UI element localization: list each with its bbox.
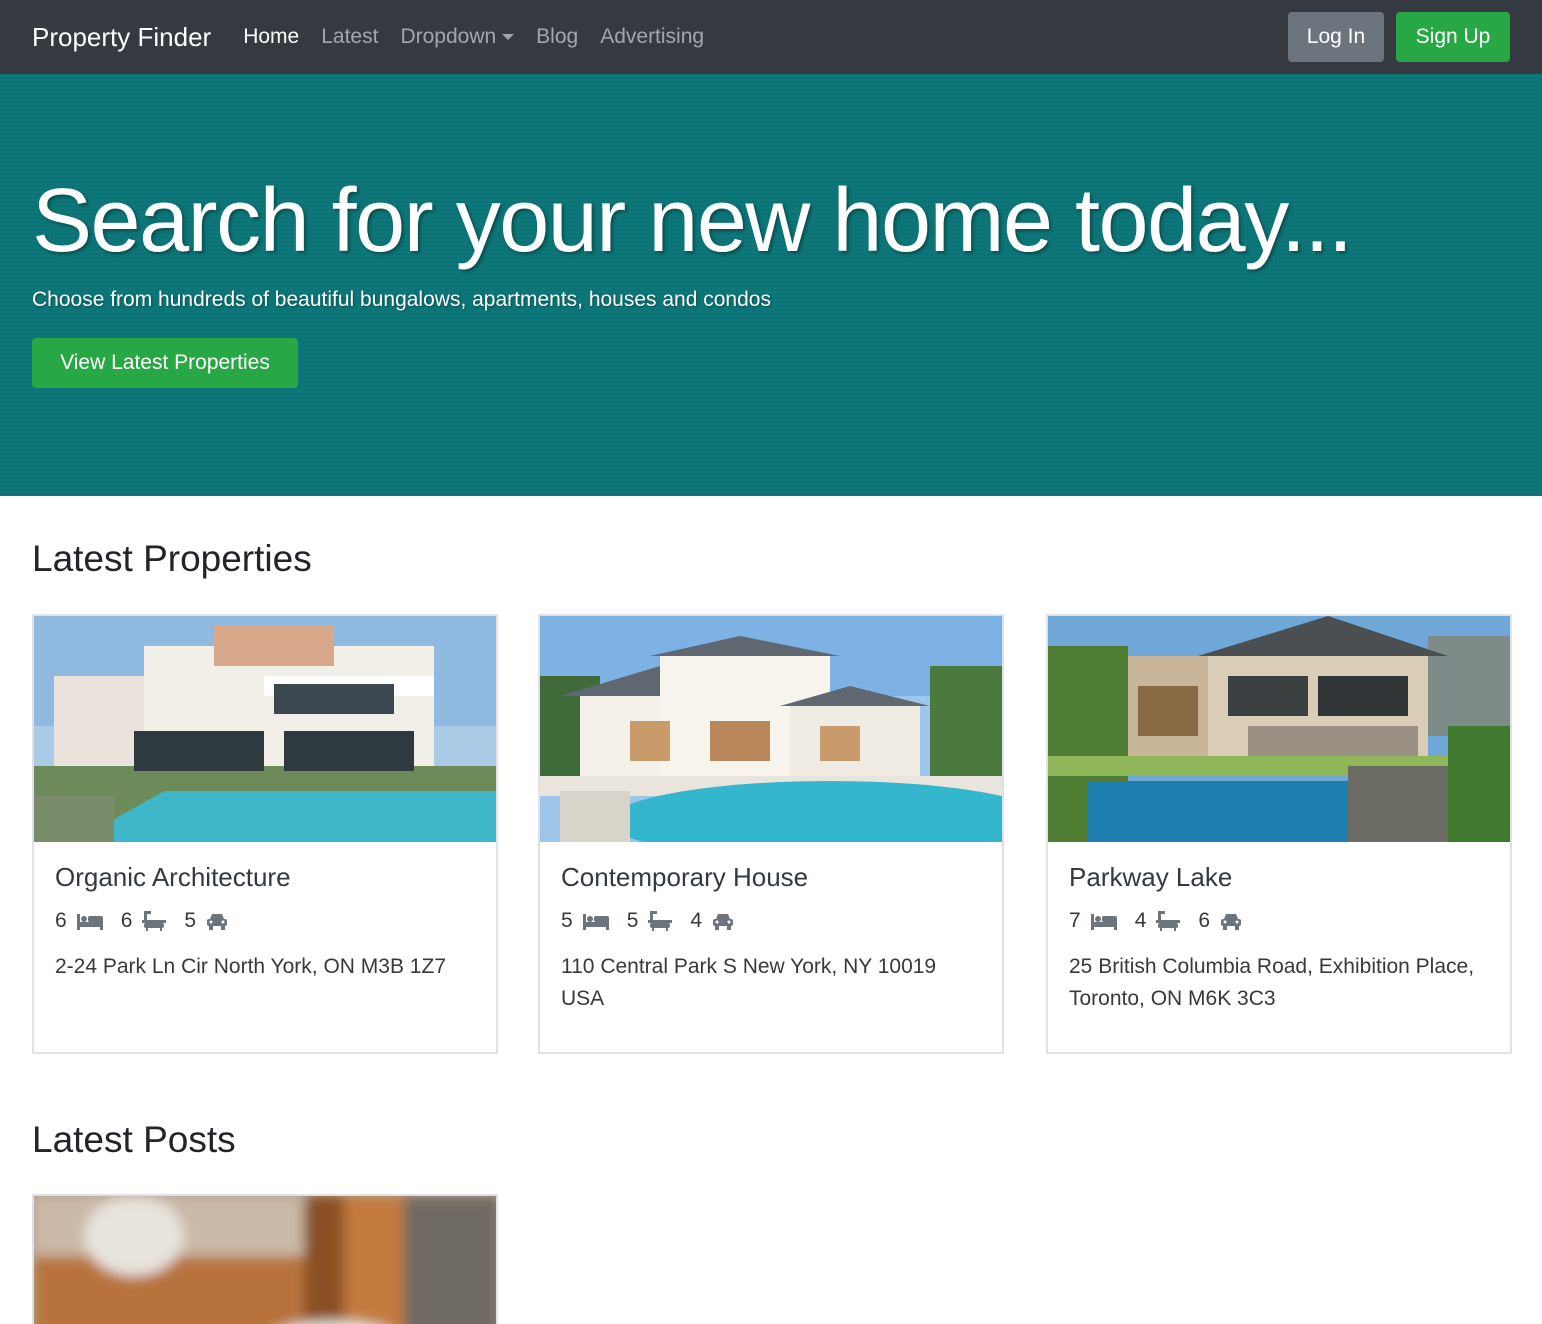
beds-feature: 5 bbox=[561, 909, 609, 933]
cars-count: 5 bbox=[184, 909, 197, 932]
property-title[interactable]: Organic Architecture bbox=[55, 862, 475, 893]
bath-icon bbox=[648, 911, 673, 931]
beds-feature: 6 bbox=[55, 909, 103, 933]
post-image[interactable] bbox=[34, 1196, 496, 1324]
baths-feature: 6 bbox=[121, 909, 167, 933]
post-card[interactable] bbox=[32, 1194, 498, 1324]
baths-feature: 4 bbox=[1135, 909, 1181, 933]
beds-count: 6 bbox=[55, 909, 67, 932]
nav-dropdown[interactable]: Dropdown bbox=[400, 25, 515, 49]
cars-feature: 4 bbox=[690, 909, 734, 933]
nav-latest[interactable]: Latest bbox=[321, 25, 378, 49]
property-card[interactable]: Parkway Lake 7 4 6 25 British Columbia R… bbox=[1046, 614, 1512, 1054]
property-address: 25 British Columbia Road, Exhibition Pla… bbox=[1069, 955, 1475, 1010]
property-address: 2-24 Park Ln Cir North York, ON M3B 1Z7 bbox=[55, 955, 446, 978]
property-title[interactable]: Parkway Lake bbox=[1069, 862, 1489, 893]
bath-icon bbox=[142, 911, 167, 931]
property-card-body: Parkway Lake 7 4 6 25 British Columbia R… bbox=[1048, 842, 1510, 1035]
brand-logo[interactable]: Property Finder bbox=[32, 22, 211, 53]
baths-count: 6 bbox=[120, 909, 133, 932]
bath-icon bbox=[1156, 911, 1181, 931]
car-icon bbox=[206, 912, 228, 930]
property-image[interactable] bbox=[540, 616, 1002, 842]
property-features: 6 6 5 bbox=[55, 909, 475, 933]
beds-feature: 7 bbox=[1069, 909, 1117, 933]
latest-posts-heading: Latest Posts bbox=[32, 1119, 236, 1160]
nav-blog[interactable]: Blog bbox=[536, 25, 578, 49]
bed-icon bbox=[76, 912, 103, 930]
cars-count: 4 bbox=[690, 909, 703, 932]
hero-subtitle: Choose from hundreds of beautiful bungal… bbox=[32, 288, 771, 311]
nav-dropdown-label: Dropdown bbox=[400, 25, 497, 48]
hero-banner: Search for your new home today... Choose… bbox=[0, 74, 1542, 496]
baths-count: 4 bbox=[1134, 909, 1147, 932]
baths-count: 5 bbox=[626, 909, 639, 932]
signup-button[interactable]: Sign Up bbox=[1396, 12, 1510, 62]
nav-advertising[interactable]: Advertising bbox=[600, 25, 704, 49]
cars-feature: 5 bbox=[184, 909, 228, 933]
navbar: Property Finder Home Latest Dropdown Blo… bbox=[0, 0, 1542, 74]
beds-count: 7 bbox=[1069, 909, 1081, 932]
property-address: 110 Central Park S New York, NY 10019 US… bbox=[561, 955, 937, 1010]
beds-count: 5 bbox=[561, 909, 573, 932]
auth-buttons: Log In Sign Up bbox=[1288, 12, 1510, 62]
property-card[interactable]: Organic Architecture 6 6 5 2-24 Park Ln … bbox=[32, 614, 498, 1054]
property-cards: Organic Architecture 6 6 5 2-24 Park Ln … bbox=[32, 614, 1512, 1054]
car-icon bbox=[712, 912, 734, 930]
property-image[interactable] bbox=[1048, 616, 1510, 842]
bed-icon bbox=[582, 912, 609, 930]
property-image[interactable] bbox=[34, 616, 496, 842]
car-icon bbox=[1220, 912, 1242, 930]
cars-feature: 6 bbox=[1198, 909, 1242, 933]
cars-count: 6 bbox=[1198, 909, 1211, 932]
property-card-body: Contemporary House 5 5 4 110 Central Par… bbox=[540, 842, 1002, 1035]
view-latest-properties-button[interactable]: View Latest Properties bbox=[32, 338, 298, 388]
property-title[interactable]: Contemporary House bbox=[561, 862, 981, 893]
property-card-body: Organic Architecture 6 6 5 2-24 Park Ln … bbox=[34, 842, 496, 1003]
property-features: 7 4 6 bbox=[1069, 909, 1489, 933]
nav-home[interactable]: Home bbox=[243, 25, 299, 49]
baths-feature: 5 bbox=[627, 909, 673, 933]
hero-title: Search for your new home today... bbox=[32, 171, 1353, 271]
login-button[interactable]: Log In bbox=[1288, 12, 1384, 62]
nav-links: Home Latest Dropdown Blog Advertising bbox=[243, 25, 704, 49]
property-card[interactable]: Contemporary House 5 5 4 110 Central Par… bbox=[538, 614, 1004, 1054]
property-features: 5 5 4 bbox=[561, 909, 981, 933]
latest-properties-heading: Latest Properties bbox=[32, 538, 312, 579]
bed-icon bbox=[1090, 912, 1117, 930]
caret-down-icon bbox=[502, 34, 515, 40]
